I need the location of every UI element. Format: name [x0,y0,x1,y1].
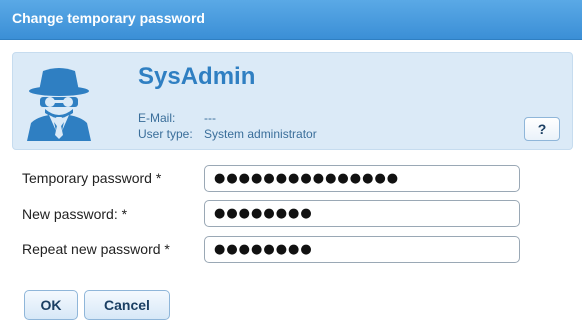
user-type-label: User type: [138,127,193,141]
repeat-password-field[interactable]: ●●●●●●●● [204,236,520,263]
new-password-label: New password: * [22,206,128,222]
email-value: --- [204,111,216,125]
dialog-titlebar: Change temporary password [0,0,582,40]
user-info-panel: SysAdmin E-Mail: --- User type: System a… [12,52,573,150]
help-button[interactable]: ? [524,117,560,141]
repeat-password-label: Repeat new password * [22,241,170,257]
ok-button[interactable]: OK [24,290,78,320]
email-label: E-Mail: [138,111,176,125]
cancel-button[interactable]: Cancel [84,290,170,320]
temporary-password-label: Temporary password * [22,170,162,186]
user-name: SysAdmin [138,63,256,90]
temporary-password-field[interactable]: ●●●●●●●●●●●●●●● [204,165,520,192]
new-password-field[interactable]: ●●●●●●●● [204,200,520,227]
user-type-value: System administrator [204,127,317,141]
dialog-title: Change temporary password [12,10,205,26]
spy-agent-icon [27,68,91,141]
